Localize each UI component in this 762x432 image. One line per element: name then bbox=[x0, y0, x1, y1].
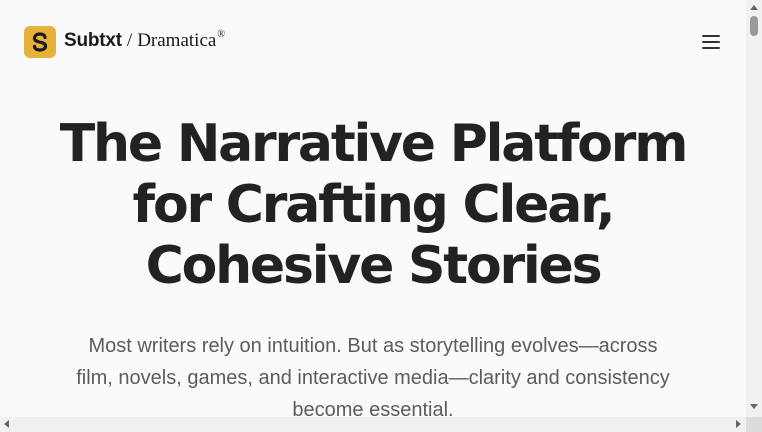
vertical-scrollbar[interactable] bbox=[746, 0, 762, 417]
scrollbar-corner bbox=[746, 417, 762, 432]
scroll-down-arrow-icon[interactable] bbox=[750, 404, 758, 409]
scroll-right-arrow-icon[interactable] bbox=[736, 420, 741, 428]
hero-title-line: Cohesive Stories bbox=[145, 236, 603, 296]
subtxt-logo-icon[interactable] bbox=[24, 26, 56, 58]
brand-separator: / bbox=[126, 30, 133, 51]
hero-subtitle-line: film, novels, games, and interactive med… bbox=[76, 367, 670, 389]
hero-subtitle-line: become essential. bbox=[292, 399, 454, 417]
brand-name: Subtxt bbox=[64, 30, 122, 51]
hero-title-line: for Crafting Clear, bbox=[132, 175, 616, 235]
brand-home-link[interactable]: Subtxt / Dramatica ® bbox=[64, 29, 225, 52]
page-viewport: Subtxt / Dramatica ® The Narrative Platf… bbox=[0, 0, 746, 417]
hero-title: The Narrative Platform for Crafting Clea… bbox=[0, 114, 746, 297]
hero-subtitle: Most writers rely on intuition. But as s… bbox=[40, 330, 706, 417]
brand-product: Dramatica bbox=[137, 30, 217, 51]
registered-mark: ® bbox=[217, 29, 225, 40]
logo-s-glyph-icon bbox=[32, 32, 48, 52]
vertical-scrollbar-thumb[interactable] bbox=[750, 16, 758, 36]
menu-bar bbox=[702, 41, 720, 43]
horizontal-scrollbar[interactable] bbox=[0, 417, 746, 432]
site-header: Subtxt / Dramatica ® bbox=[0, 0, 746, 84]
menu-bar bbox=[702, 47, 720, 49]
hero-subtitle-line: Most writers rely on intuition. But as s… bbox=[88, 335, 658, 357]
scroll-up-arrow-icon[interactable] bbox=[750, 5, 758, 10]
scroll-left-arrow-icon[interactable] bbox=[4, 420, 9, 428]
hamburger-menu-icon[interactable] bbox=[698, 32, 724, 52]
menu-bar bbox=[702, 35, 720, 37]
hero-title-line: The Narrative Platform bbox=[59, 114, 689, 174]
